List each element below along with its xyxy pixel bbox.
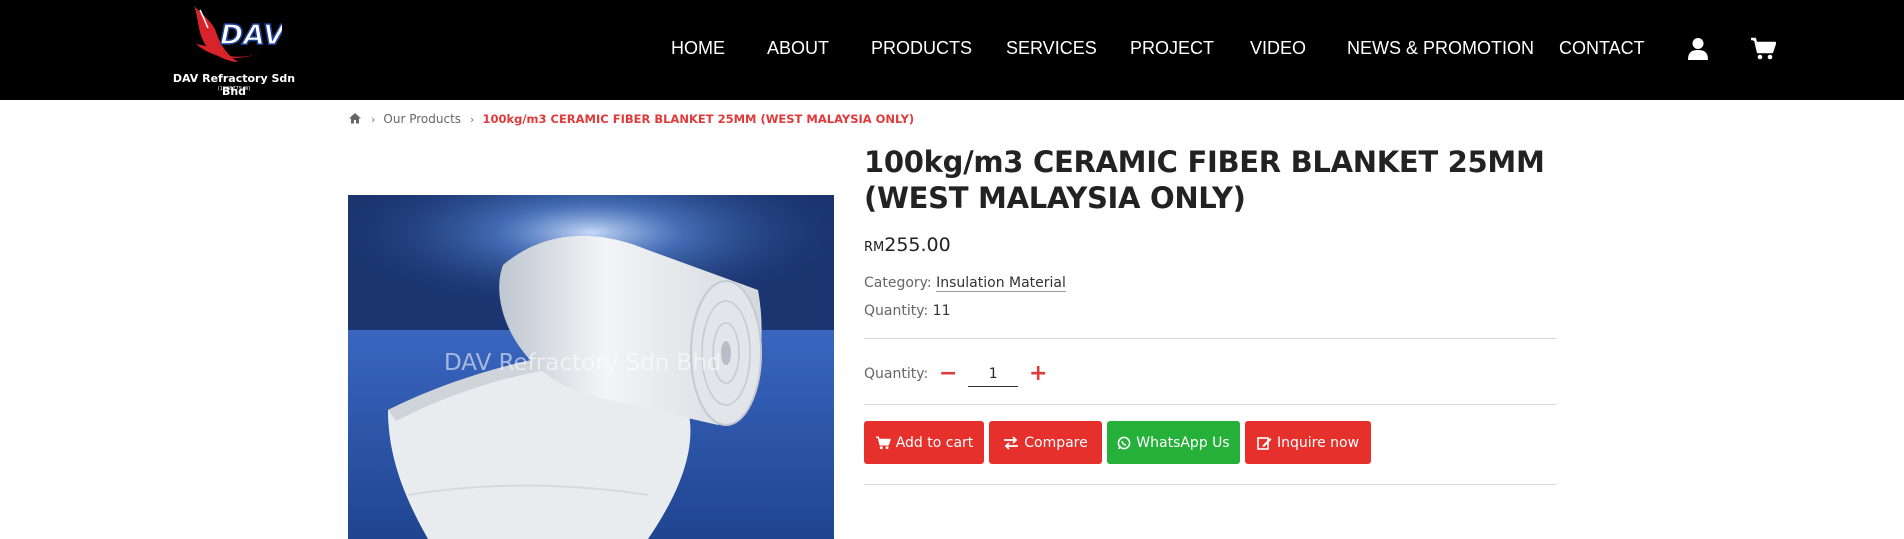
nav-project[interactable]: PROJECT [1130,38,1214,59]
site-header: DAV DAV Refractory Sdn Bhd (1006779-W) H… [0,0,1904,100]
quantity-input[interactable] [968,361,1019,387]
whatsapp-button[interactable]: WhatsApp Us [1107,421,1240,464]
inquire-now-label: Inquire now [1276,434,1360,451]
site-logo[interactable]: DAV DAV Refractory Sdn Bhd (1006779-W) [164,4,304,98]
product-image[interactable]: DAV Refractory Sdn Bhd [348,195,834,539]
logo-bird-icon: DAV [194,6,282,62]
breadcrumb-our-products[interactable]: Our Products [383,112,461,126]
exchange-icon [1004,435,1019,450]
chevron-right-icon: › [371,112,376,126]
nav-contact[interactable]: CONTACT [1559,38,1645,59]
quantity-label: Quantity: [864,366,929,382]
image-watermark: DAV Refractory Sdn Bhd [444,350,722,376]
product-category: Category: Insulation Material [864,275,1066,292]
product-stock: Quantity: 11 [864,303,950,319]
category-label: Category: [864,275,932,291]
compare-label: Compare [1024,434,1088,451]
compare-button[interactable]: Compare [989,421,1102,464]
inquire-now-button[interactable]: Inquire now [1245,421,1371,464]
action-buttons: Add to cart Compare WhatsApp Us Inquire … [864,421,1371,464]
quantity-stepper: Quantity: − + [864,360,1048,388]
breadcrumb: › Our Products › 100kg/m3 CERAMIC FIBER … [348,110,914,128]
whatsapp-icon [1117,436,1131,449]
add-to-cart-label: Add to cart [895,434,974,451]
nav-about[interactable]: ABOUT [767,38,829,59]
nav-video[interactable]: VIDEO [1250,38,1306,59]
user-icon[interactable] [1687,37,1709,66]
add-to-cart-button[interactable]: Add to cart [864,421,984,464]
minus-icon[interactable]: − [938,363,958,385]
stock-value: 11 [932,303,951,319]
nav-news-promotion[interactable]: NEWS & PROMOTION [1347,38,1534,59]
brand-registration: (1006779-W) [217,86,251,92]
home-icon[interactable] [348,112,362,127]
breadcrumb-current: 100kg/m3 CERAMIC FIBER BLANKET 25MM (WES… [482,112,915,126]
chevron-right-icon: › [470,112,475,126]
cart-icon [875,435,891,449]
brand-name: DAV Refractory Sdn Bhd [172,72,296,98]
stock-label: Quantity: [864,303,929,319]
price-currency: RM [864,240,885,255]
edit-icon [1257,436,1272,450]
nav-products[interactable]: PRODUCTS [871,38,972,59]
divider [864,404,1557,405]
divider [864,484,1557,485]
product-title: 100kg/m3 CERAMIC FIBER BLANKET 25MM (WES… [864,145,1545,215]
category-link[interactable]: Insulation Material [936,275,1066,292]
price-amount: 255.00 [884,234,951,256]
whatsapp-label: WhatsApp Us [1136,434,1230,451]
nav-home[interactable]: HOME [671,38,725,59]
svg-text:DAV: DAV [220,18,282,51]
nav-services[interactable]: SERVICES [1006,38,1097,59]
divider [864,338,1557,339]
cart-icon[interactable] [1750,37,1777,66]
plus-icon[interactable]: + [1028,363,1048,385]
product-price: RM255.00 [864,234,951,256]
